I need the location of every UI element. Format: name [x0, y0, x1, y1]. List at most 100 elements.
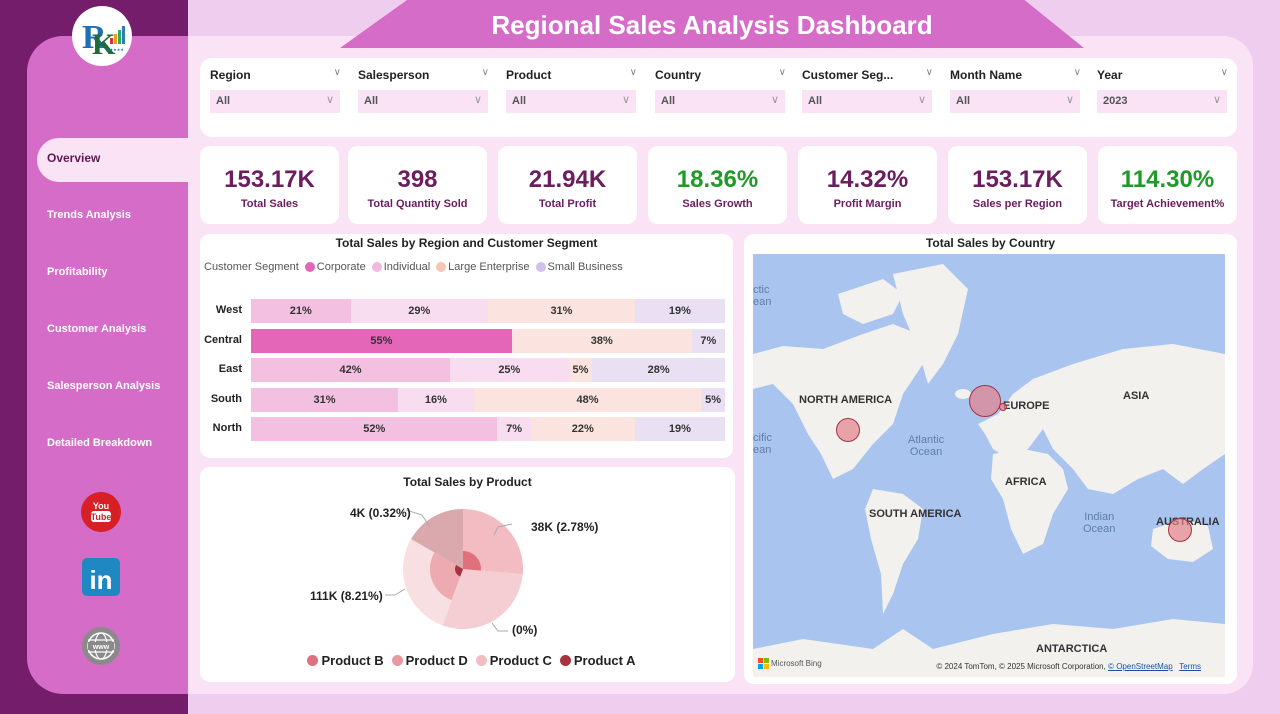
legend-dot-product-d	[391, 655, 403, 666]
bar-segment-individual-light[interactable]: 25%	[450, 358, 569, 382]
legend-dot-large-enterprise	[436, 262, 447, 272]
chevron-down-icon[interactable]: ∨	[334, 67, 341, 78]
attribution-text: © 2024 TomTom, © 2025 Microsoft Corporat…	[936, 662, 1106, 671]
legend-item-product-c[interactable]: Product C	[490, 653, 552, 668]
map-bubble-europe-west[interactable]	[969, 385, 1001, 417]
kpi-value: 114.30%	[1120, 166, 1215, 193]
chart-title: Total Sales by Region and Customer Segme…	[335, 236, 598, 250]
svg-text:★★★★★: ★★★★★	[106, 47, 124, 52]
legend-item-product-d[interactable]: Product D	[406, 653, 468, 668]
sidebar-item-customer-analysis[interactable]: Customer Analysis	[27, 301, 188, 358]
legend-item-individual[interactable]: Individual	[384, 261, 430, 273]
bar-segment-small-business[interactable]: 7%	[691, 328, 725, 353]
chevron-down-icon[interactable]: ∨	[630, 67, 637, 78]
bar-segment-small-business[interactable]: 19%	[634, 417, 725, 441]
filter-label: Country	[655, 68, 701, 82]
chevron-down-icon[interactable]: ∨	[926, 67, 933, 78]
region-dropdown[interactable]: All ∨	[210, 90, 340, 113]
map-attribution: © 2024 TomTom, © 2025 Microsoft Corporat…	[936, 662, 1201, 671]
bar-segment-large-enterprise[interactable]: 5%	[568, 358, 593, 382]
product-dropdown[interactable]: All ∨	[506, 90, 636, 113]
legend-item-corporate[interactable]: Corporate	[317, 261, 366, 273]
bar-segment-individual-light[interactable]: 16%	[397, 387, 474, 412]
terms-link[interactable]: Terms	[1179, 662, 1201, 671]
sidebar-item-profitability[interactable]: Profitability	[27, 244, 188, 301]
salesperson-dropdown[interactable]: All ∨	[358, 90, 488, 113]
legend-dot-product-c	[475, 655, 487, 666]
linkedin-icon[interactable]: in	[81, 557, 121, 597]
bar-segment-individual[interactable]: 31%	[251, 387, 398, 412]
svg-text:K: K	[92, 28, 116, 61]
bar-track: 31% 16% 48% 5%	[251, 387, 725, 412]
kpi-label: Total Sales	[240, 198, 299, 210]
chevron-down-icon[interactable]: ∨	[1221, 67, 1228, 78]
world-map[interactable]: ctic ean cific ean Atlantic Ocean Indian Oce…	[753, 254, 1225, 677]
sidebar-item-detailed-breakdown[interactable]: Detailed Breakdown	[27, 415, 188, 472]
filter-label: Year	[1097, 68, 1123, 82]
bar-segment-individual[interactable]: 52%	[251, 417, 498, 441]
bar-segment-individual[interactable]: 21%	[251, 299, 351, 323]
legend-item-large-enterprise[interactable]: Large Enterprise	[448, 261, 529, 273]
bar-segment-individual-light[interactable]: 7%	[497, 417, 531, 441]
chart-legend: Customer Segment Corporate Individual La…	[204, 261, 623, 273]
bar-row-south: South 31% 16% 48% 5%	[200, 387, 730, 412]
pie-leader-line	[491, 622, 508, 632]
bar-segment-large-enterprise[interactable]: 38%	[511, 328, 692, 353]
chevron-down-icon[interactable]: ∨	[779, 67, 786, 78]
filter-bar: Region ∨ All ∨ Salesperson ∨ All ∨ Produ…	[200, 58, 1237, 137]
bing-label: Microsoft Bing	[771, 659, 822, 668]
bar-segment-large-enterprise[interactable]: 31%	[487, 299, 635, 323]
rk-logo-icon[interactable]: R K ★★★★★	[72, 6, 132, 66]
dropdown-value: All	[661, 95, 676, 107]
bar-segment-corporate[interactable]: 55%	[251, 328, 512, 353]
svg-text:You: You	[93, 501, 109, 511]
legend-title: Customer Segment	[204, 261, 299, 273]
svg-text:www: www	[92, 644, 110, 651]
sidebar-item-overview[interactable]: Overview	[27, 130, 188, 187]
bar-row-east: East 42% 25% 5% 28%	[200, 358, 730, 382]
kpi-value: 153.17K	[972, 166, 1063, 193]
youtube-icon[interactable]: You Tube	[81, 492, 121, 532]
dropdown-value: All	[808, 95, 823, 107]
bar-segment-individual[interactable]: 42%	[251, 358, 451, 382]
month-name-dropdown[interactable]: All ∨	[950, 90, 1080, 113]
legend-item-product-a[interactable]: Product A	[574, 653, 636, 668]
product-pie-chart-card: Total Sales by Product 4K (0.32%) 38K (2…	[200, 467, 735, 682]
kpi-label: Profit Margin	[833, 198, 902, 210]
openstreetmap-link[interactable]: © OpenStreetMap	[1108, 662, 1173, 671]
sidebar-item-trends-analysis[interactable]: Trends Analysis	[27, 187, 188, 244]
kpi-sales-per-region: 153.17K Sales per Region	[948, 146, 1087, 224]
bar-track: 42% 25% 5% 28%	[251, 358, 725, 382]
bar-segment-individual-light[interactable]: 29%	[350, 299, 488, 323]
bar-segment-small-business[interactable]: 19%	[634, 299, 725, 323]
map-bubble-united-states[interactable]	[836, 418, 860, 442]
country-dropdown[interactable]: All ∨	[655, 90, 785, 113]
map-bubble-australia[interactable]	[1168, 518, 1192, 542]
chevron-down-icon[interactable]: ∨	[482, 67, 489, 78]
svg-text:Tube: Tube	[91, 512, 112, 522]
globe-www-icon[interactable]: www	[81, 626, 121, 666]
legend-item-product-b[interactable]: Product B	[321, 653, 383, 668]
map-bubble-europe-small[interactable]	[999, 403, 1007, 411]
bar-category-label: East	[218, 363, 242, 375]
pie-legend: Product B Product D Product C Product A	[200, 653, 735, 668]
legend-dot-product-a	[559, 655, 571, 666]
bar-segment-small-business[interactable]: 28%	[592, 358, 725, 382]
bar-segment-small-business[interactable]: 5%	[701, 387, 725, 412]
bar-segment-large-enterprise[interactable]: 22%	[530, 417, 635, 441]
year-dropdown[interactable]: 2023 ∨	[1097, 90, 1227, 113]
legend-dot-small-business	[535, 262, 546, 272]
customer-segment-dropdown[interactable]: All ∨	[802, 90, 932, 113]
map-land	[753, 264, 1225, 677]
chevron-down-icon: ∨	[325, 94, 334, 106]
legend-item-small-business[interactable]: Small Business	[548, 261, 623, 273]
kpi-total-profit: 21.94K Total Profit	[498, 146, 637, 224]
kpi-label: Target Achievement%	[1110, 198, 1225, 210]
sidebar-item-salesperson-analysis[interactable]: Salesperson Analysis	[27, 358, 188, 415]
bar-segment-large-enterprise[interactable]: 48%	[473, 387, 702, 412]
chevron-down-icon[interactable]: ∨	[1074, 67, 1081, 78]
legend-dot-corporate	[304, 262, 315, 272]
pie-chart	[385, 509, 523, 632]
map-label-indian-ocean: Indian Ocean	[1083, 511, 1116, 535]
map-label-north-america: NORTH AMERICA	[799, 394, 893, 406]
